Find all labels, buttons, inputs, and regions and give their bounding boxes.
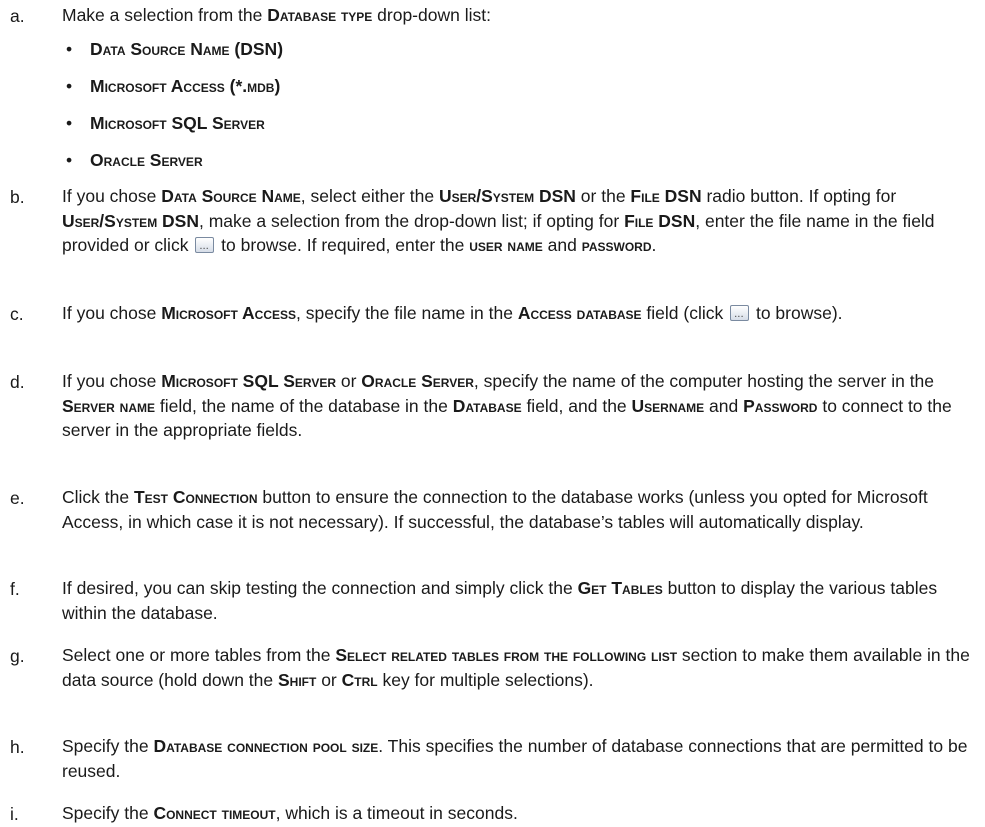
- step-letter: h.: [10, 737, 25, 757]
- browse-button-icon: [195, 235, 215, 260]
- ui-term: Shift: [277, 669, 317, 690]
- step-text: If you chose Microsoft Access, specify t…: [62, 301, 972, 328]
- ui-term: File DSN: [624, 210, 696, 231]
- step-letter: g.: [10, 646, 25, 666]
- step-text: Specify the Connect timeout, which is a …: [62, 803, 518, 823]
- ui-term: Oracle Server: [361, 371, 474, 391]
- ui-term: Get Tables: [577, 578, 663, 598]
- step-letter: f.: [10, 579, 20, 599]
- bullet-text: Oracle Server: [90, 150, 203, 170]
- ui-term: Server name: [62, 395, 155, 416]
- ui-term: File DSN: [630, 186, 702, 206]
- ui-term: Access database: [517, 303, 642, 323]
- step-text: If you chose Microsoft SQL Server or Ora…: [62, 371, 952, 440]
- ui-term: Ctrl: [341, 669, 378, 690]
- ui-term: Data Source Name: [161, 186, 301, 206]
- step-text: Click the Test Connection button to ensu…: [62, 487, 928, 532]
- step-letter: i.: [10, 804, 19, 824]
- ui-term: Test Connection: [133, 487, 258, 507]
- ui-term: Username: [631, 395, 705, 416]
- step-letter: b.: [10, 187, 25, 207]
- ui-term: User/System DSN: [62, 210, 199, 231]
- ui-term: Microsoft Access: [161, 303, 297, 323]
- ui-term: Password: [743, 395, 818, 416]
- ui-term: Database: [452, 395, 522, 416]
- step-letter: a.: [10, 6, 25, 26]
- ui-term: User/System DSN: [438, 186, 576, 206]
- browse-button-icon: [730, 303, 750, 328]
- ui-term: Select related tables from the following…: [335, 645, 678, 665]
- step-text: If desired, you can skip testing the con…: [62, 578, 938, 623]
- step-text: Select one or more tables from the Selec…: [62, 645, 970, 690]
- ui-term: Database type: [267, 5, 373, 25]
- ui-term: Database connection pool size: [153, 736, 379, 756]
- ui-term: Microsoft SQL Server: [161, 371, 336, 391]
- bullet-icon: •: [66, 39, 73, 59]
- ui-term: user name: [469, 235, 543, 255]
- step-letter: c.: [10, 304, 24, 324]
- bullet-icon: •: [66, 113, 73, 133]
- bullet-icon: •: [66, 76, 73, 96]
- step-text: If you chose Data Source Name, select ei…: [62, 184, 972, 260]
- step-text: Make a selection from the Database type …: [62, 5, 491, 25]
- bullet-text: Data Source Name (DSN): [90, 39, 284, 59]
- step-letter: d.: [10, 372, 25, 392]
- step-text: Specify the Database connection pool siz…: [62, 736, 968, 781]
- ui-term: password: [581, 235, 652, 255]
- step-letter: e.: [10, 488, 25, 508]
- bullet-text: Microsoft Access (*.mdb): [90, 76, 281, 96]
- ui-term: Connect timeout: [153, 803, 276, 823]
- bullet-text: Microsoft SQL Server: [90, 113, 265, 133]
- bullet-icon: •: [66, 150, 73, 170]
